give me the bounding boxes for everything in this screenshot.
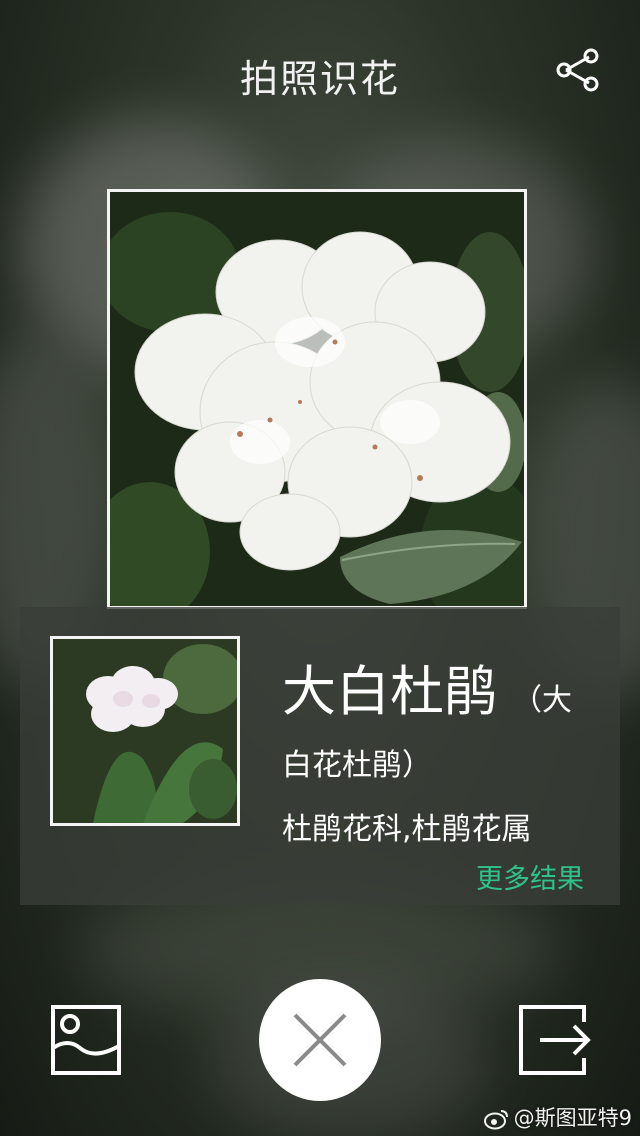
- more-results-link[interactable]: 更多结果: [476, 857, 584, 896]
- flower-name-line: 大白杜鹃 （大: [282, 647, 572, 726]
- header: 拍照识花: [0, 36, 640, 106]
- flower-taxonomy: 杜鹃花科,杜鹃花属: [282, 812, 532, 847]
- bottom-toolbar: [0, 970, 640, 1110]
- close-button[interactable]: [259, 979, 381, 1101]
- exit-arrow-icon: [519, 1005, 591, 1075]
- flower-name: 大白杜鹃: [282, 660, 498, 723]
- exit-button[interactable]: [518, 1004, 592, 1076]
- result-card[interactable]: 大白杜鹃 （大 白花杜鹃） 杜鹃花科,杜鹃花属 更多结果: [20, 607, 620, 905]
- image-gallery-icon: [51, 1005, 121, 1075]
- captured-photo: [107, 189, 527, 609]
- gallery-button[interactable]: [50, 1004, 122, 1076]
- share-icon: [556, 48, 599, 92]
- share-button[interactable]: [552, 44, 604, 96]
- reference-thumbnail[interactable]: [50, 636, 240, 826]
- watermark: @斯图亚特9: [483, 1102, 632, 1132]
- weibo-icon: [483, 1110, 508, 1130]
- watermark-text: @斯图亚特9: [513, 1106, 632, 1130]
- close-icon: [293, 1013, 347, 1067]
- flower-alias: 白花杜鹃）: [282, 748, 432, 783]
- flower-alias-start: （大: [512, 683, 572, 718]
- page-title: 拍照识花: [239, 57, 400, 101]
